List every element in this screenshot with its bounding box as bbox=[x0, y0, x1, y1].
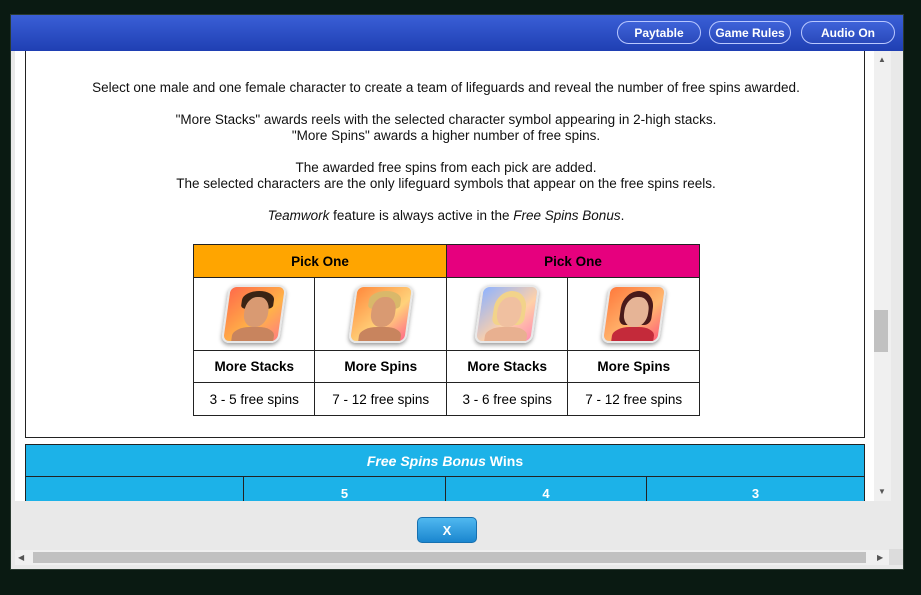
help-window: Paytable Game Rules Audio On Select one … bbox=[10, 14, 904, 570]
wins-column-4: 4 bbox=[446, 477, 647, 501]
scroll-right-arrow-icon[interactable]: ▶ bbox=[877, 553, 883, 562]
audio-toggle-button[interactable]: Audio On bbox=[801, 21, 895, 44]
rules-content: Select one male and one female character… bbox=[15, 51, 889, 501]
option-label-3: More Stacks bbox=[445, 350, 569, 383]
pick-one-male-header: Pick One bbox=[193, 244, 447, 278]
female-lifeguard-blonde-hair-icon bbox=[474, 285, 541, 343]
male-lifeguard-blond-hair-icon bbox=[347, 285, 414, 343]
vertical-scroll-thumb[interactable] bbox=[874, 310, 888, 352]
right-gutter bbox=[891, 51, 903, 549]
pick-table: Pick One Pick One More Stacks More Spins… bbox=[192, 244, 701, 416]
free-spins-range-1: 3 - 5 free spins bbox=[192, 382, 316, 416]
free-spins-bonus-name: Free Spins Bonus bbox=[513, 208, 621, 223]
male-lifeguard-dark-hair-icon bbox=[221, 285, 288, 343]
scroll-up-arrow-icon[interactable]: ▲ bbox=[878, 55, 886, 64]
vertical-scrollbar[interactable] bbox=[874, 51, 891, 501]
wins-column-symbol bbox=[26, 477, 244, 501]
free-spins-range-3: 3 - 6 free spins bbox=[445, 382, 569, 416]
teamwork-text-end: . bbox=[620, 208, 625, 223]
horizontal-scroll-thumb[interactable] bbox=[33, 552, 866, 563]
wins-column-5: 5 bbox=[244, 477, 446, 501]
intro-text: Select one male and one female character… bbox=[92, 80, 800, 95]
free-spins-wins-table: Free Spins Bonus Wins 5 4 3 bbox=[25, 444, 865, 501]
scroll-down-arrow-icon[interactable]: ▼ bbox=[878, 487, 886, 496]
game-rules-button[interactable]: Game Rules bbox=[709, 21, 791, 44]
more-stacks-text: "More Stacks" awards reels with the sele… bbox=[175, 112, 717, 127]
teamwork-feature-name: Teamwork bbox=[267, 208, 330, 223]
character-cell-3 bbox=[445, 277, 569, 351]
teamwork-text: Teamwork feature is always active in the… bbox=[26, 208, 866, 224]
option-label-4: More Spins bbox=[567, 350, 700, 383]
female-lifeguard-dark-hair-icon bbox=[600, 285, 667, 343]
pick-one-female-header: Pick One bbox=[445, 244, 701, 278]
paytable-button[interactable]: Paytable bbox=[617, 21, 701, 44]
close-button[interactable]: X bbox=[417, 517, 477, 543]
wins-title-bonus: Free Spins Bonus bbox=[366, 452, 486, 469]
free-spins-range-2: 7 - 12 free spins bbox=[314, 382, 447, 416]
wins-title-rest: Wins bbox=[485, 452, 524, 469]
option-label-2: More Spins bbox=[314, 350, 447, 383]
free-spins-wins-title: Free Spins Bonus Wins bbox=[26, 445, 864, 477]
pick-feature-panel: Select one male and one female character… bbox=[25, 51, 865, 438]
teamwork-text-middle: feature is always active in the bbox=[329, 208, 514, 223]
selected-characters-text: The selected characters are the only lif… bbox=[176, 176, 716, 191]
wins-column-3: 3 bbox=[751, 486, 760, 501]
top-toolbar: Paytable Game Rules Audio On bbox=[11, 15, 903, 51]
character-cell-4 bbox=[567, 277, 700, 351]
scroll-left-arrow-icon[interactable]: ◀ bbox=[18, 553, 24, 562]
scrollbar-corner bbox=[889, 549, 903, 565]
option-label-1: More Stacks bbox=[192, 350, 316, 383]
character-cell-1 bbox=[192, 277, 316, 351]
more-spins-text: "More Spins" awards a higher number of f… bbox=[291, 128, 601, 143]
added-spins-text: The awarded free spins from each pick ar… bbox=[295, 160, 597, 175]
character-cell-2 bbox=[314, 277, 447, 351]
free-spins-range-4: 7 - 12 free spins bbox=[567, 382, 700, 416]
